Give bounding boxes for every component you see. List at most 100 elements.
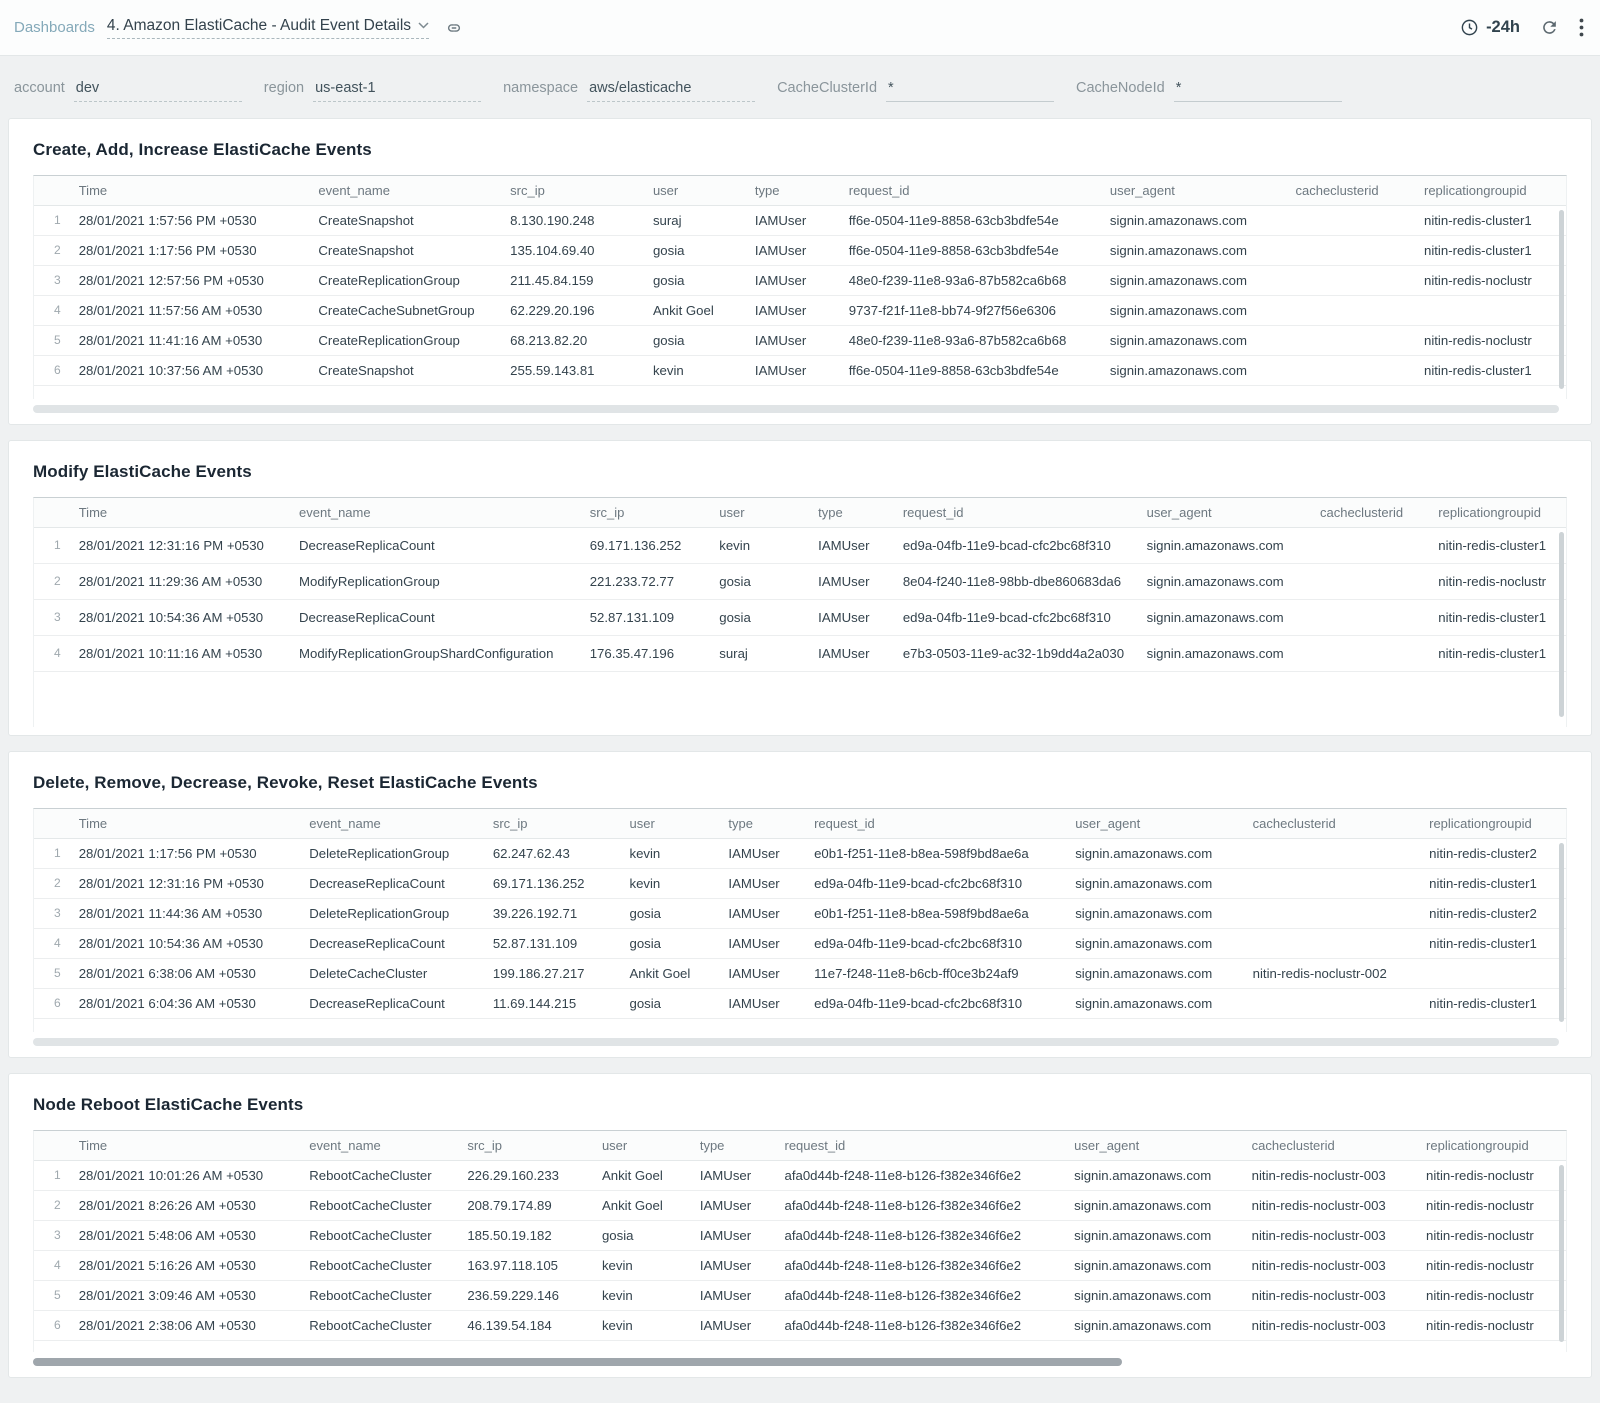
refresh-button[interactable] — [1540, 18, 1559, 37]
column-header-src_ip[interactable]: src_ip — [485, 809, 622, 839]
cell-time: 28/01/2021 6:04:36 AM +0530 — [71, 989, 302, 1019]
table-row[interactable]: 228/01/2021 1:17:56 PM +0530CreateSnapsh… — [34, 236, 1566, 266]
filter-value[interactable]: dev — [74, 80, 242, 102]
cell-replicationgroupid: nitin-redis-cluster1 — [1430, 636, 1566, 672]
horizontal-scrollbar[interactable] — [33, 1358, 1122, 1366]
table-row[interactable]: 328/01/2021 5:48:06 AM +0530RebootCacheC… — [34, 1221, 1566, 1251]
table-row[interactable]: 128/01/2021 1:57:56 PM +0530CreateSnapsh… — [34, 206, 1566, 236]
time-range-button[interactable]: -24h — [1460, 18, 1520, 37]
column-header-type[interactable]: type — [810, 498, 895, 528]
column-header-cacheclusterid[interactable]: cacheclusterid — [1312, 498, 1430, 528]
cell-src_ip: 62.229.20.196 — [502, 296, 645, 326]
table-row[interactable]: 428/01/2021 10:11:16 AM +0530ModifyRepli… — [34, 636, 1566, 672]
column-header-event_name[interactable]: event_name — [301, 809, 485, 839]
column-header-request_id[interactable]: request_id — [777, 1131, 1067, 1161]
filter-value[interactable]: * — [1174, 80, 1342, 102]
column-header-request_id[interactable]: request_id — [841, 176, 1102, 206]
row-index: 1 — [34, 1161, 71, 1191]
column-header-time[interactable]: Time — [71, 1131, 302, 1161]
cell-replicationgroupid: nitin-redis-noclustr — [1416, 266, 1566, 296]
table-row[interactable]: 128/01/2021 10:01:26 AM +0530RebootCache… — [34, 1161, 1566, 1191]
row-index: 4 — [34, 1251, 71, 1281]
column-header-type[interactable]: type — [692, 1131, 777, 1161]
table-row[interactable]: 228/01/2021 12:31:16 PM +0530DecreaseRep… — [34, 869, 1566, 899]
column-header-cacheclusterid[interactable]: cacheclusterid — [1287, 176, 1416, 206]
column-header-replicationgroupid[interactable]: replicationgroupid — [1416, 176, 1566, 206]
column-header-replicationgroupid[interactable]: replicationgroupid — [1430, 498, 1566, 528]
cell-type: IAMUser — [810, 600, 895, 636]
column-header-user[interactable]: user — [711, 498, 810, 528]
share-link-button[interactable] — [445, 19, 463, 37]
column-header-event_name[interactable]: event_name — [310, 176, 502, 206]
column-header-cacheclusterid[interactable]: cacheclusterid — [1245, 809, 1421, 839]
column-header-src_ip[interactable]: src_ip — [502, 176, 645, 206]
horizontal-scrollbar[interactable] — [33, 1038, 1559, 1046]
dashboard-title-dropdown[interactable]: 4. Amazon ElastiCache - Audit Event Deta… — [107, 17, 429, 39]
column-header-user[interactable]: user — [594, 1131, 692, 1161]
table-row[interactable]: 628/01/2021 6:04:36 AM +0530DecreaseRepl… — [34, 989, 1566, 1019]
column-header-src_ip[interactable]: src_ip — [459, 1131, 594, 1161]
filter-cachenodeid[interactable]: CacheNodeId* — [1076, 80, 1342, 102]
vertical-scrollbar[interactable] — [1559, 843, 1564, 1022]
column-header-user_agent[interactable]: user_agent — [1139, 498, 1312, 528]
cell-time: 28/01/2021 11:44:36 AM +0530 — [71, 899, 302, 929]
cell-user: suraj — [711, 636, 810, 672]
column-header-request_id[interactable]: request_id — [895, 498, 1139, 528]
column-header-event_name[interactable]: event_name — [291, 498, 582, 528]
column-header-cacheclusterid[interactable]: cacheclusterid — [1244, 1131, 1418, 1161]
table-row[interactable]: 528/01/2021 11:41:16 AM +0530CreateRepli… — [34, 326, 1566, 356]
kebab-menu-button[interactable] — [1579, 18, 1584, 37]
table-row[interactable]: 328/01/2021 11:44:36 AM +0530DeleteRepli… — [34, 899, 1566, 929]
column-header-user_agent[interactable]: user_agent — [1067, 809, 1244, 839]
filter-account[interactable]: accountdev — [14, 80, 242, 102]
filter-region[interactable]: regionus-east-1 — [264, 80, 481, 102]
column-header-user_agent[interactable]: user_agent — [1102, 176, 1288, 206]
table-row[interactable]: 628/01/2021 2:38:06 AM +0530RebootCacheC… — [34, 1311, 1566, 1341]
filter-cacheclusterid[interactable]: CacheClusterId* — [777, 80, 1054, 102]
cell-replicationgroupid: nitin-redis-cluster1 — [1430, 528, 1566, 564]
column-header-replicationgroupid[interactable]: replicationgroupid — [1418, 1131, 1566, 1161]
table-row[interactable]: 428/01/2021 11:57:56 AM +0530CreateCache… — [34, 296, 1566, 326]
filter-namespace[interactable]: namespaceaws/elasticache — [503, 80, 755, 102]
column-header-request_id[interactable]: request_id — [806, 809, 1067, 839]
cell-event_name: CreateCacheSubnetGroup — [310, 296, 502, 326]
column-header-user[interactable]: user — [621, 809, 720, 839]
panel-modify-events: Modify ElastiCache Events Timeevent_name… — [8, 440, 1592, 736]
table-row[interactable]: 528/01/2021 3:09:46 AM +0530RebootCacheC… — [34, 1281, 1566, 1311]
column-header-event_name[interactable]: event_name — [301, 1131, 459, 1161]
row-index-header — [34, 498, 71, 528]
column-header-type[interactable]: type — [720, 809, 806, 839]
vertical-scrollbar[interactable] — [1559, 210, 1564, 389]
table-row[interactable]: 428/01/2021 10:54:36 AM +0530DecreaseRep… — [34, 929, 1566, 959]
cell-user_agent: signin.amazonaws.com — [1066, 1191, 1243, 1221]
table-row[interactable]: 228/01/2021 11:29:36 AM +0530ModifyRepli… — [34, 564, 1566, 600]
table-row[interactable]: 528/01/2021 6:38:06 AM +0530DeleteCacheC… — [34, 959, 1566, 989]
table-row[interactable]: 628/01/2021 10:37:56 AM +0530CreateSnaps… — [34, 356, 1566, 386]
column-header-user[interactable]: user — [645, 176, 747, 206]
table-row[interactable]: 128/01/2021 1:17:56 PM +0530DeleteReplic… — [34, 839, 1566, 869]
table-row[interactable]: 128/01/2021 12:31:16 PM +0530DecreaseRep… — [34, 528, 1566, 564]
horizontal-scrollbar[interactable] — [33, 405, 1559, 413]
filter-value[interactable]: aws/elasticache — [587, 80, 755, 102]
column-header-type[interactable]: type — [747, 176, 841, 206]
vertical-scrollbar[interactable] — [1559, 532, 1564, 717]
column-header-user_agent[interactable]: user_agent — [1066, 1131, 1243, 1161]
breadcrumb[interactable]: Dashboards — [14, 19, 95, 36]
table-row[interactable]: 328/01/2021 10:54:36 AM +0530DecreaseRep… — [34, 600, 1566, 636]
column-header-src_ip[interactable]: src_ip — [582, 498, 712, 528]
column-header-time[interactable]: Time — [71, 498, 291, 528]
table-row[interactable]: 228/01/2021 8:26:26 AM +0530RebootCacheC… — [34, 1191, 1566, 1221]
column-header-time[interactable]: Time — [71, 176, 311, 206]
vertical-scrollbar[interactable] — [1559, 1165, 1564, 1342]
column-header-replicationgroupid[interactable]: replicationgroupid — [1421, 809, 1566, 839]
filter-value[interactable]: us-east-1 — [313, 80, 481, 102]
table-row[interactable]: 328/01/2021 12:57:56 PM +0530CreateRepli… — [34, 266, 1566, 296]
cell-user_agent: signin.amazonaws.com — [1067, 959, 1244, 989]
panel-title: Modify ElastiCache Events — [33, 441, 1567, 497]
filter-value[interactable]: * — [886, 80, 1054, 102]
cell-user: gosia — [645, 236, 747, 266]
cell-time: 28/01/2021 1:17:56 PM +0530 — [71, 839, 302, 869]
cell-replicationgroupid: nitin-redis-cluster2 — [1421, 899, 1566, 929]
column-header-time[interactable]: Time — [71, 809, 302, 839]
table-row[interactable]: 428/01/2021 5:16:26 AM +0530RebootCacheC… — [34, 1251, 1566, 1281]
